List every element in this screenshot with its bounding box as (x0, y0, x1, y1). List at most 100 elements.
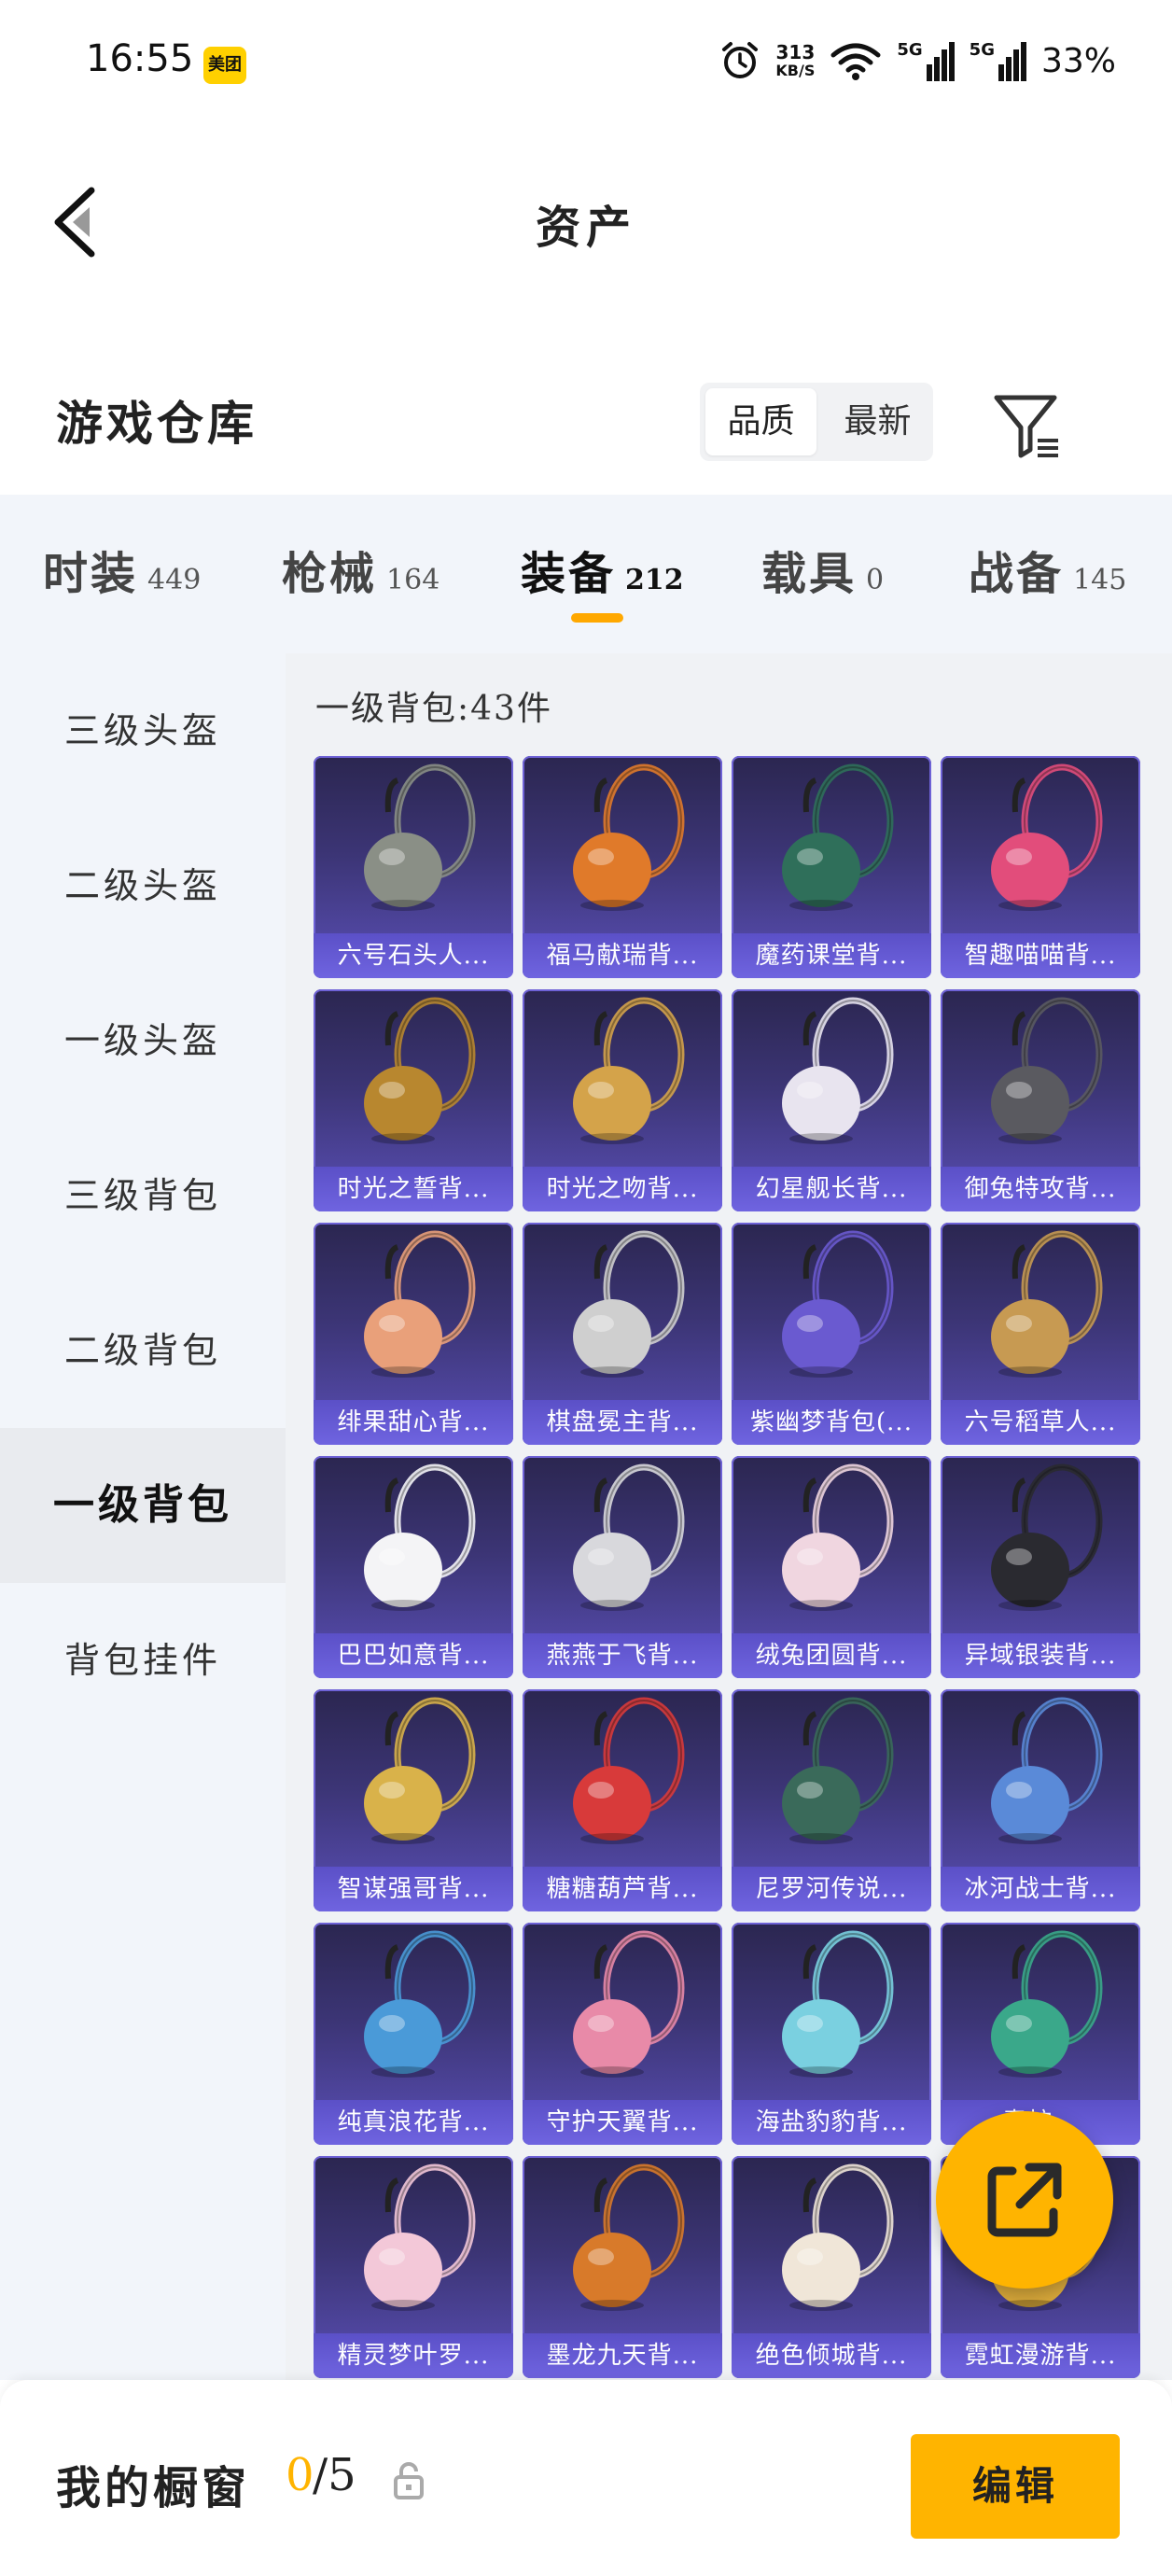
backpack-item-name: 幻星舰长背... (732, 1167, 931, 1211)
backpack-item-card[interactable]: 六号稻草人... (941, 1223, 1140, 1445)
backpack-item-card[interactable]: 异域银装背... (941, 1456, 1140, 1678)
sidebar-item-lv3-helmet[interactable]: 三级头盔 (0, 653, 286, 808)
backpack-item-name: 异域银装背... (941, 1633, 1140, 1678)
backpack-image (573, 1230, 685, 1378)
backpack-image (991, 1463, 1103, 1611)
backpack-image (364, 1230, 476, 1378)
share-fab-button[interactable] (936, 2111, 1113, 2289)
backpack-item-name: 糖糖葫芦背... (523, 1867, 722, 1911)
backpack-item-name: 紫幽梦背包(... (732, 1400, 931, 1445)
backpack-image (573, 1463, 685, 1611)
backpack-item-card[interactable]: 御兔特攻背... (941, 989, 1140, 1211)
backpack-item-card[interactable]: 绒兔团圆背... (732, 1456, 931, 1678)
backpack-image (573, 1930, 685, 2078)
backpack-item-card[interactable]: 棋盘冕主背... (523, 1223, 722, 1445)
backpack-item-card[interactable]: 六号石头人... (314, 756, 513, 978)
backpack-item-card[interactable]: 糖糖葫芦背... (523, 1689, 722, 1911)
backpack-item-card[interactable]: 墨龙九天背... (523, 2156, 722, 2378)
tab-fashion[interactable]: 时装 449 (43, 537, 201, 602)
signal-1-tag: 5G (897, 40, 923, 60)
status-bar: 16:55 美团 313 KB/S 5G 5G 33% (0, 0, 1172, 131)
backpack-item-card[interactable]: 冰河战士背... (941, 1689, 1140, 1911)
backpack-item-card[interactable]: 时光之誓背... (314, 989, 513, 1211)
backpack-item-card[interactable]: 时光之吻背... (523, 989, 722, 1211)
status-right: 313 KB/S 5G 5G 33% (719, 35, 1116, 86)
net-speed-value: 313 (775, 41, 816, 63)
backpack-image (573, 763, 685, 911)
sidebar-item-lv3-backpack[interactable]: 三级背包 (0, 1118, 286, 1273)
backpack-item-name: 魔药课堂背... (732, 933, 931, 978)
backpack-item-name: 纯真浪花背... (314, 2100, 513, 2145)
backpack-item-card[interactable]: 福马献瑞背... (523, 756, 722, 978)
backpack-image (782, 1230, 894, 1378)
sidebar-item-label: 三级背包 (63, 1175, 221, 1216)
meituan-badge-icon: 美团 (203, 47, 246, 84)
backpack-item-name: 六号稻草人... (941, 1400, 1140, 1445)
tab-firearms[interactable]: 枪械 164 (282, 537, 440, 602)
sort-option-quality[interactable]: 品质 (705, 388, 816, 455)
signal-icon (998, 42, 1026, 81)
backpack-item-card[interactable]: 巴巴如意背... (314, 1456, 513, 1678)
sidebar-item-label: 三级头盔 (63, 710, 221, 751)
sort-option-latest[interactable]: 最新 (822, 383, 933, 461)
signal-2: 5G (970, 40, 1026, 81)
backpack-item-name: 御兔特攻背... (941, 1167, 1140, 1211)
backpack-image (573, 2163, 685, 2311)
backpack-item-card[interactable]: 海盐豹豹背... (732, 1923, 931, 2145)
sidebar-item-lv2-backpack[interactable]: 二级背包 (0, 1273, 286, 1428)
backpack-item-name: 绒兔团圆背... (732, 1633, 931, 1678)
net-speed: 313 KB/S (775, 42, 815, 79)
showcase-label: 我的橱窗 (56, 2462, 251, 2514)
showcase-total: /5 (313, 2449, 356, 2501)
backpack-image (782, 1697, 894, 1844)
backpack-image (782, 1930, 894, 2078)
net-speed-unit: KB/S (775, 62, 816, 79)
backpack-item-card[interactable]: 智谋强哥背... (314, 1689, 513, 1911)
backpack-image (782, 2163, 894, 2311)
backpack-item-card[interactable]: 纯真浪花背... (314, 1923, 513, 2145)
backpack-image (991, 997, 1103, 1144)
sidebar-item-lv2-helmet[interactable]: 二级头盔 (0, 808, 286, 963)
backpack-item-card[interactable]: 幻星舰长背... (732, 989, 931, 1211)
filter-icon[interactable] (989, 388, 1064, 463)
title-bar: 资产 (0, 131, 1172, 299)
backpack-item-card[interactable]: 精灵梦叶罗... (314, 2156, 513, 2378)
sidebar-item-backpack-charm[interactable]: 背包挂件 (0, 1583, 286, 1738)
backpack-item-card[interactable]: 紫幽梦背包(... (732, 1223, 931, 1445)
backpack-item-name: 时光之誓背... (314, 1167, 513, 1211)
tab-count: 0 (866, 564, 885, 596)
backpack-image (991, 1230, 1103, 1378)
tab-count: 145 (1073, 564, 1127, 596)
backpack-item-card[interactable]: 魔药课堂背... (732, 756, 931, 978)
backpack-image (364, 763, 476, 911)
backpack-image (364, 2163, 476, 2311)
backpack-item-card[interactable]: 绝色倾城背... (732, 2156, 931, 2378)
backpack-item-name: 棋盘冕主背... (523, 1400, 722, 1445)
backpack-image (573, 1697, 685, 1844)
lock-icon (394, 2462, 424, 2499)
signal-1: 5G (897, 40, 955, 81)
sidebar-item-label: 二级背包 (63, 1330, 221, 1371)
tab-label: 战备 (969, 548, 1065, 600)
tab-equipment[interactable]: 装备 212 (521, 537, 684, 602)
share-external-icon (987, 2163, 1062, 2237)
tab-count: 212 (625, 564, 684, 596)
backpack-image (782, 997, 894, 1144)
backpack-item-card[interactable]: 智趣喵喵背... (941, 756, 1140, 978)
sidebar-item-lv1-backpack[interactable]: 一级背包 (0, 1428, 286, 1583)
page-title: 资产 (535, 202, 636, 254)
tab-vehicles[interactable]: 载具 0 (761, 537, 884, 602)
backpack-item-card[interactable]: 燕燕于飞背... (523, 1456, 722, 1678)
sidebar-item-lv1-helmet[interactable]: 一级头盔 (0, 963, 286, 1118)
backpack-item-name: 燕燕于飞背... (523, 1633, 722, 1678)
category-tabs: 时装 449 枪械 164 装备 212 载具 0 战备 145 (0, 495, 1172, 653)
backpack-item-card[interactable]: 守护天翼背... (523, 1923, 722, 2145)
edit-button[interactable]: 编辑 (911, 2434, 1120, 2539)
signal-2-tag: 5G (969, 40, 995, 60)
backpack-item-card[interactable]: 绯果甜心背... (314, 1223, 513, 1445)
alarm-icon (722, 42, 759, 78)
signal-icon (926, 42, 955, 81)
backpack-item-card[interactable]: 尼罗河传说... (732, 1689, 931, 1911)
tab-battle-gear[interactable]: 战备 145 (969, 537, 1126, 602)
backpack-item-name: 智谋强哥背... (314, 1867, 513, 1911)
